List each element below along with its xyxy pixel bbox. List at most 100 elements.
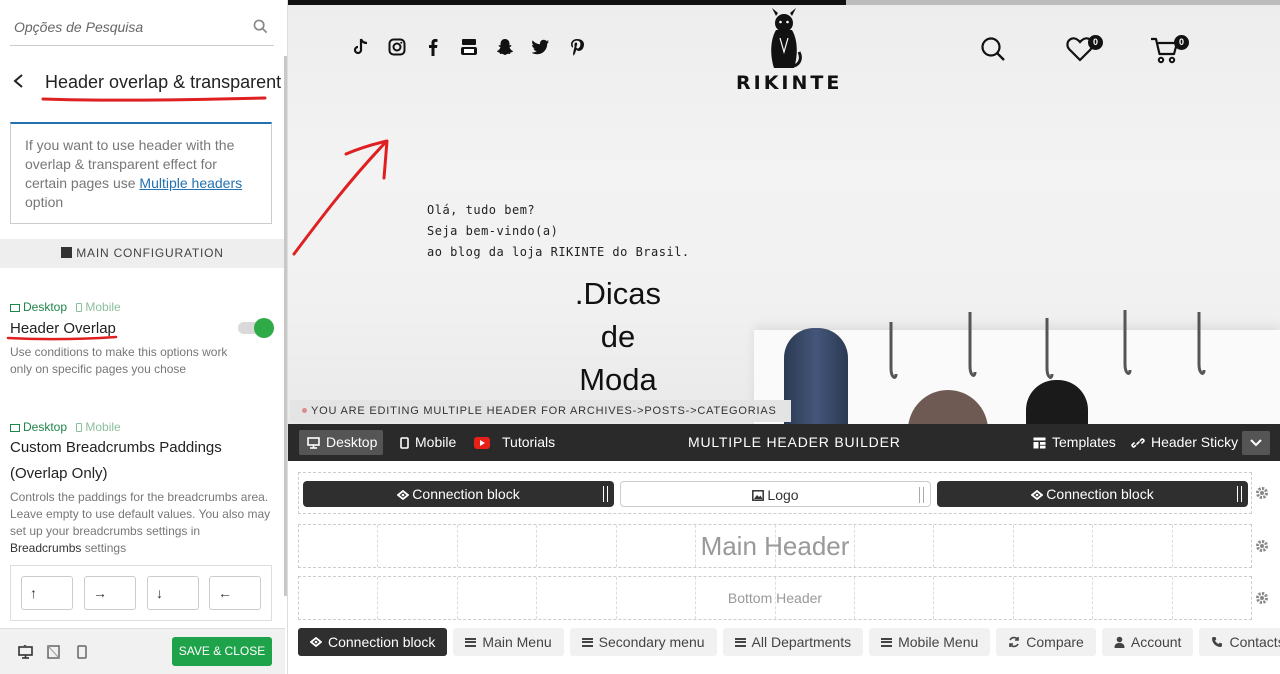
editing-notice: YOU ARE EDITING MULTIPLE HEADER FOR ARCH…: [290, 400, 791, 422]
available-elements: Connection block Main Menu Secondary men…: [298, 628, 1280, 656]
multiple-headers-link[interactable]: Multiple headers: [139, 175, 242, 191]
logo-block[interactable]: Logo: [620, 481, 931, 507]
desktop-icon: [10, 424, 20, 432]
element-mobile-menu[interactable]: Mobile Menu: [869, 628, 991, 656]
templates-button[interactable]: Templates: [1033, 424, 1116, 461]
padding-inputs: ↑ → ↓ ←: [10, 565, 272, 621]
tab-mobile[interactable]: Mobile: [400, 424, 456, 461]
back-arrow-icon[interactable]: [12, 73, 26, 89]
padding-bottom-input[interactable]: ↓: [147, 576, 199, 610]
device-tags: Desktop Mobile: [10, 420, 121, 434]
device-tags: Desktop Mobile: [10, 300, 121, 314]
mobile-icon: [76, 423, 83, 432]
menu-icon: [465, 637, 477, 647]
element-account[interactable]: Account: [1101, 628, 1194, 656]
save-close-button[interactable]: SAVE & CLOSE: [172, 637, 272, 666]
wishlist-count-badge: 0: [1088, 35, 1103, 50]
breadcrumbs-paddings-label: Custom Breadcrumbs Paddings: [10, 439, 222, 456]
twitter-icon[interactable]: [530, 36, 552, 58]
connection-block-left[interactable]: Connection block: [303, 481, 614, 507]
red-underline-annotation: [41, 96, 267, 102]
pinterest-icon[interactable]: [566, 36, 588, 58]
search-icon[interactable]: [253, 19, 268, 34]
gear-icon[interactable]: [1255, 486, 1269, 500]
tab-tutorials[interactable]: Tutorials: [474, 424, 555, 461]
menu-icon: [734, 637, 746, 647]
user-icon: [1114, 636, 1125, 648]
connection-icon: [397, 490, 410, 500]
arrow-right-icon: →: [93, 585, 107, 601]
youtube-icon: [474, 436, 490, 449]
element-main-menu[interactable]: Main Menu: [453, 628, 564, 656]
connection-icon: [1031, 490, 1044, 500]
header-overlap-toggle[interactable]: [238, 318, 274, 338]
drag-handle-icon[interactable]: [1237, 486, 1242, 502]
greeting-text: Olá, tudo bem? Seja bem-vindo(a) ao blog…: [427, 203, 690, 259]
refresh-icon: [1009, 636, 1020, 648]
tab-desktop[interactable]: Desktop: [299, 430, 384, 455]
gear-icon[interactable]: [1255, 539, 1269, 553]
site-logo[interactable]: RIKINTE: [736, 8, 843, 94]
connection-icon: [310, 637, 322, 647]
header-sticky-button[interactable]: Header Sticky: [1131, 424, 1238, 461]
logo-text: RIKINTE: [736, 72, 843, 94]
hero-title: .Dicas de Moda: [574, 276, 662, 397]
youtube-icon[interactable]: [458, 36, 480, 58]
drag-handle-icon[interactable]: [603, 486, 608, 502]
chevron-down-icon[interactable]: [1242, 431, 1270, 455]
bottom-header-label: Bottom Header: [727, 590, 823, 606]
connection-block-right[interactable]: Connection block: [937, 481, 1248, 507]
customizer-panel: Opções de Pesquisa Header overlap & tran…: [0, 0, 288, 674]
main-header-row[interactable]: Main Header: [298, 524, 1252, 568]
menu-icon: [581, 637, 593, 647]
search-field[interactable]: Opções de Pesquisa: [10, 10, 274, 46]
desktop-icon: [10, 304, 20, 312]
info-text-end: option: [25, 194, 64, 210]
main-configuration-heading: MAIN CONFIGURATION: [0, 239, 285, 268]
element-contacts[interactable]: Contacts: [1199, 628, 1280, 656]
tablet-preview-icon[interactable]: [47, 645, 60, 659]
phone-icon: [1212, 637, 1223, 647]
arrow-up-icon: ↑: [30, 585, 37, 601]
element-all-departments[interactable]: All Departments: [722, 628, 864, 656]
red-arrow-annotation: [292, 139, 389, 256]
link-icon: [1131, 437, 1145, 448]
bottom-header-row[interactable]: Bottom Header: [298, 576, 1252, 620]
red-underline-annotation: [6, 335, 118, 341]
arrow-down-icon: ↓: [156, 585, 163, 601]
padding-top-input[interactable]: ↑: [21, 576, 73, 610]
builder-title: MULTIPLE HEADER BUILDER: [688, 434, 901, 450]
coat-image: [784, 328, 848, 424]
drag-handle-icon[interactable]: [919, 487, 924, 503]
builder-toolbar: Desktop Mobile Tutorials MULTIPLE HEADER…: [288, 424, 1280, 461]
mobile-preview-icon[interactable]: [77, 645, 87, 659]
facebook-icon[interactable]: [422, 36, 444, 58]
element-connection-block[interactable]: Connection block: [298, 628, 448, 656]
arrow-left-icon: ←: [218, 585, 232, 601]
menu-icon: [881, 637, 893, 647]
desktop-preview-icon[interactable]: [18, 645, 33, 659]
element-compare[interactable]: Compare: [996, 628, 1096, 656]
search-icon[interactable]: [980, 36, 1006, 62]
breadcrumbs-link[interactable]: Breadcrumbs: [10, 541, 81, 555]
desktop-icon: [307, 436, 320, 449]
templates-icon: [1033, 437, 1046, 448]
header-builder: Desktop Mobile Tutorials MULTIPLE HEADER…: [288, 424, 1280, 674]
element-secondary-menu[interactable]: Secondary menu: [569, 628, 717, 656]
search-placeholder: Opções de Pesquisa: [14, 19, 144, 35]
padding-left-input[interactable]: ←: [209, 576, 261, 610]
breadcrumbs-paddings-sublabel: (Overlap Only): [10, 465, 108, 482]
grid-icon: [61, 247, 73, 258]
panel-footer: SAVE & CLOSE: [0, 628, 285, 674]
snapchat-icon[interactable]: [494, 36, 516, 58]
mobile-icon: [400, 436, 409, 449]
gear-icon[interactable]: [1255, 591, 1269, 605]
padding-right-input[interactable]: →: [84, 576, 136, 610]
tiktok-icon[interactable]: [350, 36, 372, 58]
instagram-icon[interactable]: [386, 36, 408, 58]
cat-logo-icon: [771, 8, 802, 68]
social-icons: [350, 36, 588, 58]
main-header-label: Main Header: [700, 531, 850, 561]
header-overlap-description: Use conditions to make this options work…: [10, 345, 228, 376]
cart-count-badge: 0: [1174, 35, 1189, 50]
